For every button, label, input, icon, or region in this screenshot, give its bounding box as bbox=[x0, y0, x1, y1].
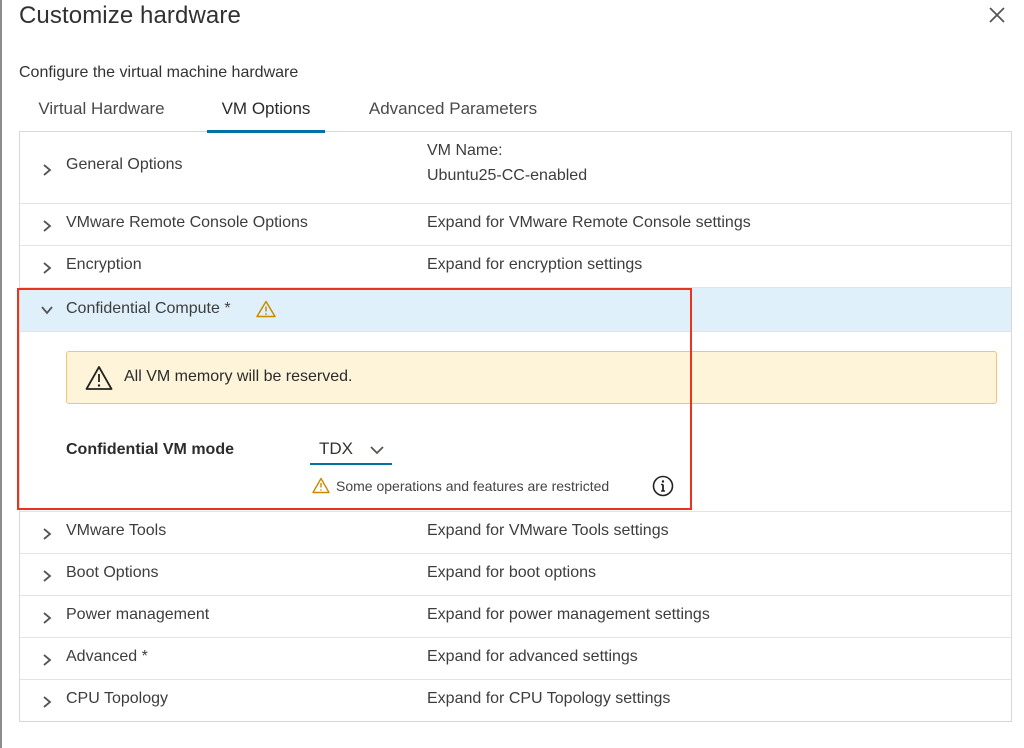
warning-triangle-icon bbox=[312, 477, 330, 494]
options-grid: General Options VM Name: Ubuntu25-CC-ena… bbox=[19, 132, 1012, 722]
row-boot-options[interactable]: Boot Options Expand for boot options bbox=[20, 554, 1011, 596]
warning-triangle-icon bbox=[256, 300, 276, 318]
row-value: Expand for CPU Topology settings bbox=[427, 690, 671, 707]
alert-text: All VM memory will be reserved. bbox=[124, 368, 353, 385]
row-power-management[interactable]: Power management Expand for power manage… bbox=[20, 596, 1011, 638]
row-value: Expand for VMware Remote Console setting… bbox=[427, 214, 751, 231]
chevron-down-icon bbox=[370, 446, 384, 455]
chevron-right-icon[interactable] bbox=[40, 219, 54, 233]
row-value: Expand for boot options bbox=[427, 564, 597, 581]
row-general-options[interactable]: General Options VM Name: Ubuntu25-CC-ena… bbox=[20, 132, 1011, 204]
tab-virtual-hardware[interactable]: Virtual Hardware bbox=[19, 92, 184, 132]
dialog-title: Customize hardware bbox=[19, 2, 241, 29]
row-label: Advanced * bbox=[66, 648, 148, 665]
row-label: VMware Tools bbox=[66, 522, 167, 539]
row-label: VMware Remote Console Options bbox=[66, 214, 308, 231]
row-label: Power management bbox=[66, 606, 210, 623]
close-icon[interactable] bbox=[986, 4, 1008, 26]
chevron-right-icon[interactable] bbox=[40, 163, 54, 177]
row-remote-console-options[interactable]: VMware Remote Console Options Expand for… bbox=[20, 204, 1011, 246]
row-value: Expand for encryption settings bbox=[427, 256, 643, 273]
row-confidential-compute[interactable]: Confidential Compute * bbox=[20, 288, 1011, 332]
row-label: CPU Topology bbox=[66, 690, 168, 707]
chevron-right-icon[interactable] bbox=[40, 527, 54, 541]
warning-triangle-icon bbox=[85, 366, 113, 390]
chevron-down-icon[interactable] bbox=[40, 303, 54, 317]
row-encryption[interactable]: Encryption Expand for encryption setting… bbox=[20, 246, 1011, 288]
row-advanced[interactable]: Advanced * Expand for advanced settings bbox=[20, 638, 1011, 680]
row-value: Expand for power management settings bbox=[427, 606, 710, 623]
vm-name-value: Ubuntu25-CC-enabled bbox=[427, 167, 588, 184]
row-vmware-tools[interactable]: VMware Tools Expand for VMware Tools set… bbox=[20, 512, 1011, 554]
dialog-left-edge bbox=[0, 0, 2, 748]
tab-vm-options[interactable]: VM Options bbox=[207, 92, 325, 133]
select-value: TDX bbox=[319, 439, 353, 458]
chevron-right-icon[interactable] bbox=[40, 261, 54, 275]
row-label: General Options bbox=[66, 156, 183, 173]
row-label: Confidential Compute * bbox=[66, 300, 231, 317]
memory-reservation-alert: All VM memory will be reserved. bbox=[66, 351, 997, 404]
row-label: Encryption bbox=[66, 256, 142, 273]
row-cpu-topology[interactable]: CPU Topology Expand for CPU Topology set… bbox=[20, 680, 1011, 722]
restricted-text: Some operations and features are restric… bbox=[336, 478, 610, 494]
vm-name-label: VM Name: bbox=[427, 142, 503, 159]
tab-advanced-parameters[interactable]: Advanced Parameters bbox=[347, 92, 559, 132]
chevron-right-icon[interactable] bbox=[40, 653, 54, 667]
chevron-right-icon[interactable] bbox=[40, 569, 54, 583]
row-value: Expand for VMware Tools settings bbox=[427, 522, 669, 539]
confidential-vm-mode-select[interactable]: TDX bbox=[310, 434, 392, 465]
confidential-vm-mode-label: Confidential VM mode bbox=[66, 441, 234, 458]
chevron-right-icon[interactable] bbox=[40, 695, 54, 709]
row-label: Boot Options bbox=[66, 564, 159, 581]
chevron-right-icon[interactable] bbox=[40, 611, 54, 625]
info-circle-icon[interactable] bbox=[652, 475, 674, 497]
tab-bar: Virtual Hardware VM Options Advanced Par… bbox=[19, 92, 1012, 133]
dialog-subtitle: Configure the virtual machine hardware bbox=[19, 64, 299, 81]
row-value: Expand for advanced settings bbox=[427, 648, 638, 665]
